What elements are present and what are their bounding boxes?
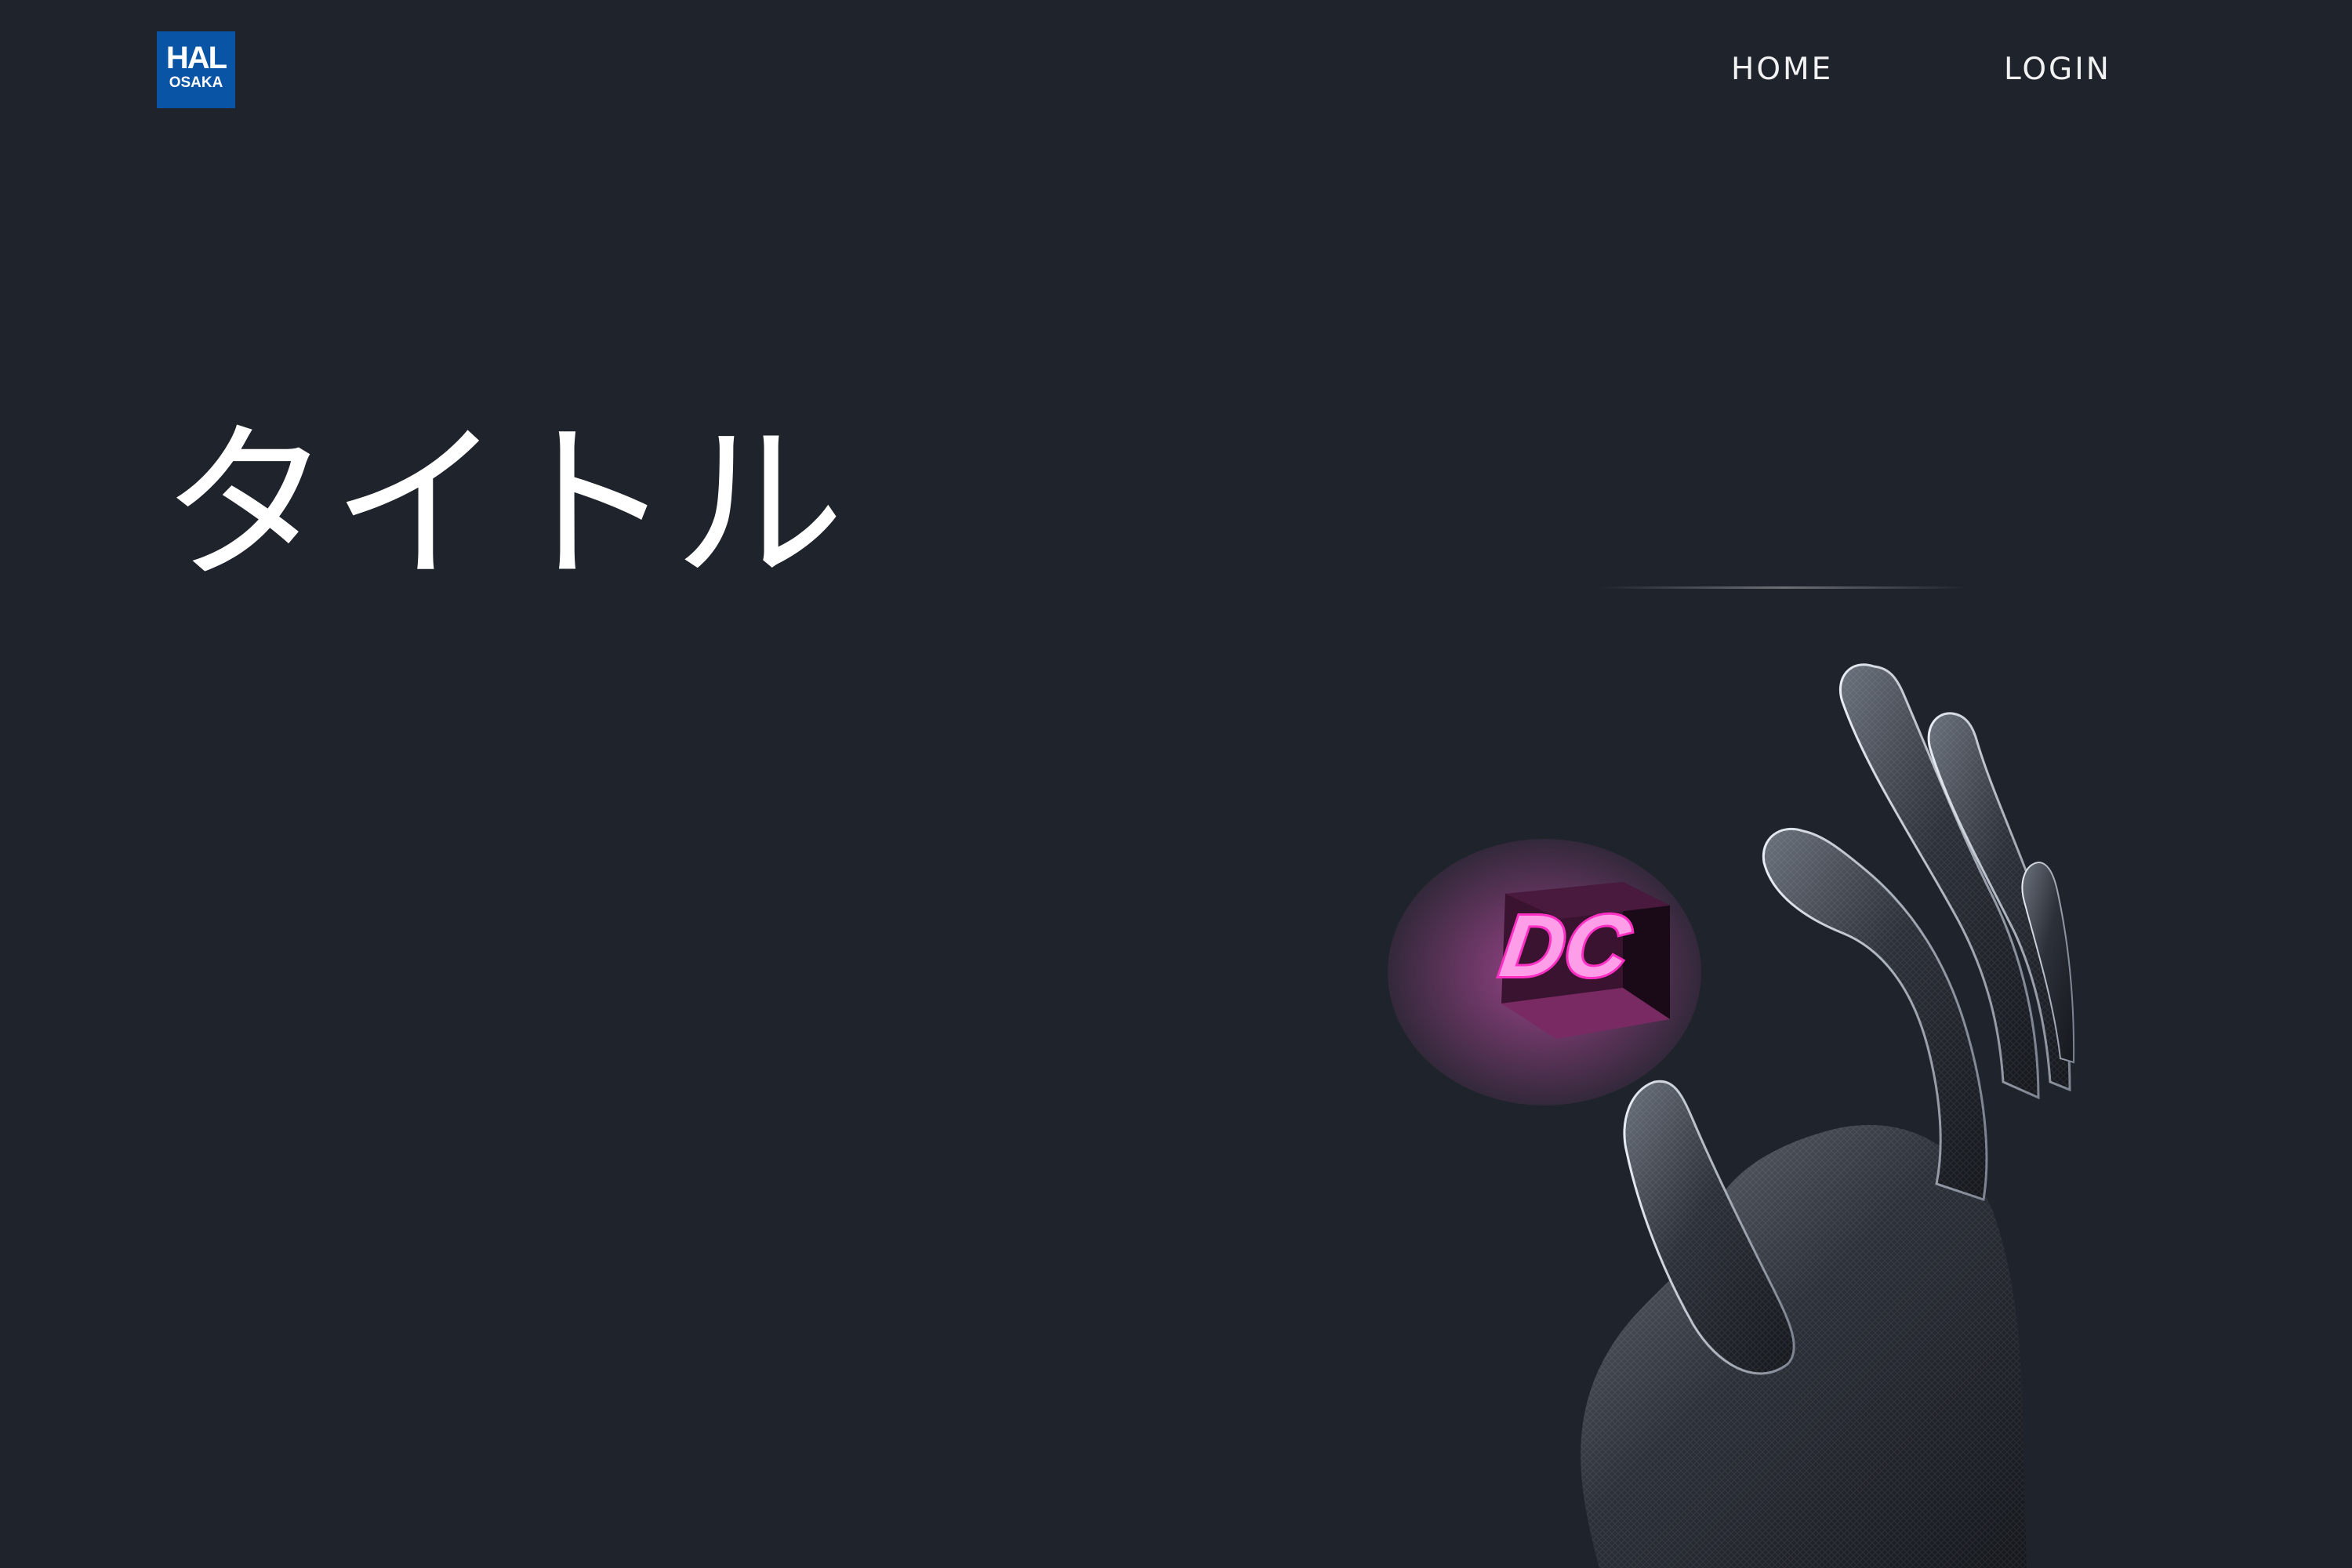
cube-dc-text: DC [1495, 897, 1637, 995]
nav-home-link[interactable]: HOME [1731, 52, 1833, 87]
hal-osaka-logo[interactable]: HAL OSAKA [157, 31, 235, 108]
logo-sub-text: OSAKA [169, 74, 223, 91]
page-title: タイトル [161, 406, 844, 604]
nav-login-link[interactable]: LOGIN [2004, 52, 2111, 87]
hand-holding-cube-image: DC [1388, 663, 2075, 1568]
logo-main-text: HAL [165, 41, 227, 75]
